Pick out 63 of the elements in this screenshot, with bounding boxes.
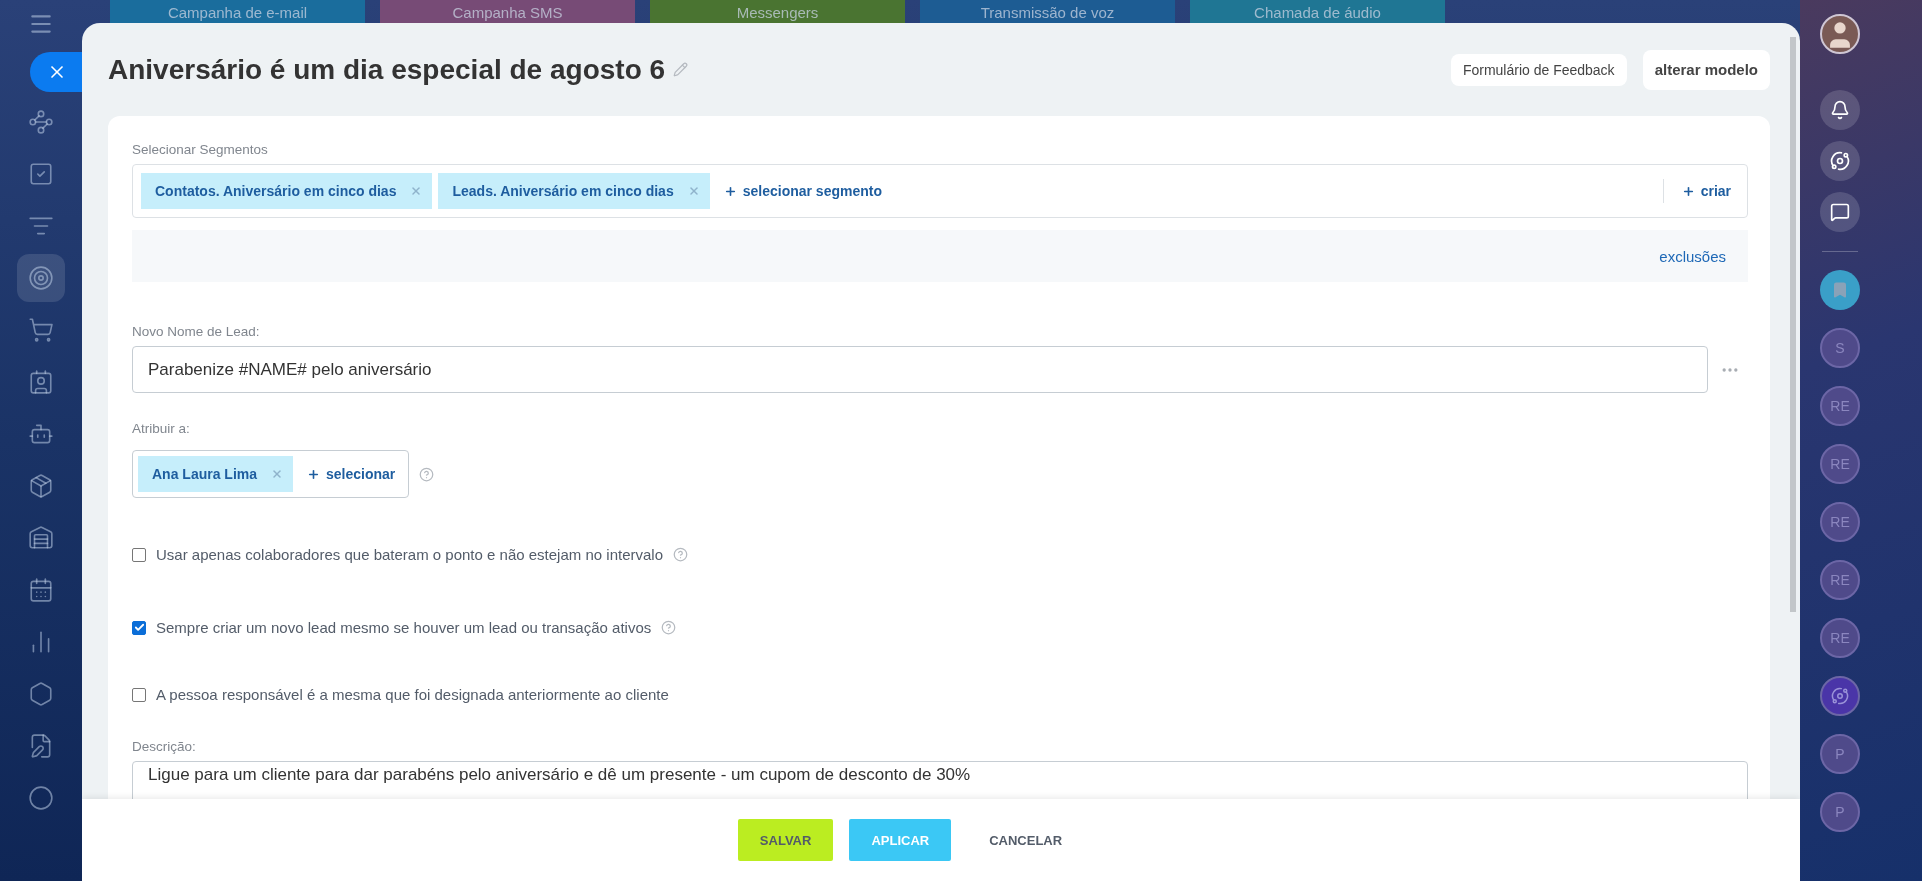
assignee-tag: Ana Laura Lima <box>138 456 294 492</box>
background-tab[interactable]: Transmissão de voz <box>920 0 1175 23</box>
create-link[interactable]: criar <box>1673 183 1739 199</box>
chat-avatar[interactable]: RE <box>1820 386 1860 426</box>
option-label: Sempre criar um novo lead mesmo se houver um lead ou transação ativos <box>156 619 652 636</box>
orbit-icon[interactable] <box>1820 141 1860 181</box>
box-icon <box>28 473 54 499</box>
select-segment-link[interactable]: selecionar segmento <box>715 183 890 199</box>
background-tab[interactable]: Messengers <box>650 0 905 23</box>
lead-name-field[interactable]: Parabenize #NAME# pelo aniversário <box>132 346 1708 393</box>
scrollbar[interactable] <box>1790 37 1796 612</box>
plus-icon <box>307 467 321 481</box>
option-label: A pessoa responsável é a mesma que foi designada anteriormente ao cliente <box>156 686 669 703</box>
apply-button[interactable]: APLICAR <box>849 819 952 861</box>
target-icon <box>28 265 54 291</box>
segment-tag: Leads. Aniversário em cinco dias <box>438 173 710 209</box>
select-link[interactable]: selecionar <box>299 466 404 482</box>
checkbox-icon <box>28 161 54 187</box>
help-icon[interactable] <box>673 547 688 562</box>
chat-avatar[interactable]: S <box>1820 328 1860 368</box>
chat-avatar[interactable]: RE <box>1820 618 1860 658</box>
close-button[interactable] <box>30 52 84 92</box>
network-icon <box>28 109 54 135</box>
background-tab[interactable]: Chamada de áudio <box>1190 0 1445 23</box>
background-tab[interactable]: Campanha de e-mail <box>110 0 365 23</box>
chat-icon[interactable] <box>1820 192 1860 232</box>
sidebar-item[interactable] <box>17 254 65 302</box>
segment-tag: Contatos. Aniversário em cinco dias <box>141 173 433 209</box>
exclusions-link[interactable]: exclusões <box>1659 247 1726 265</box>
feedback-button[interactable]: Formulário de Feedback <box>1450 53 1627 86</box>
plus-icon <box>1681 184 1695 198</box>
circle-icon <box>28 785 54 811</box>
plus-icon <box>723 184 737 198</box>
chat-avatar[interactable]: P <box>1820 792 1860 832</box>
page-title: Aniversário é um dia especial de agosto 6 <box>108 53 666 86</box>
save-button[interactable]: SALVAR <box>737 819 834 861</box>
checkbox[interactable] <box>132 620 146 635</box>
chat-avatar[interactable]: RE <box>1820 502 1860 542</box>
background-tab[interactable]: Campanha SMS <box>380 0 635 23</box>
field-label: Selecionar Segmentos <box>132 142 269 157</box>
cart-icon <box>28 317 54 343</box>
option-label: Usar apenas colaboradores que bateram o ponto e não estejam no intervalo <box>156 546 663 563</box>
template-button[interactable]: alterar modelo <box>1642 49 1770 90</box>
bell-icon[interactable] <box>1820 90 1860 130</box>
field-label: Atribuir a: <box>132 421 191 436</box>
field-label: Descrição: <box>132 739 197 754</box>
chat-avatar[interactable]: RE <box>1820 444 1860 484</box>
checkbox[interactable] <box>132 547 146 562</box>
bookmark-icon[interactable] <box>1820 270 1860 310</box>
help-icon[interactable] <box>661 620 677 635</box>
checkbox[interactable] <box>132 687 146 702</box>
calendar-icon <box>28 577 54 603</box>
warehouse-icon <box>28 525 54 551</box>
help-icon[interactable] <box>419 466 435 482</box>
hexagon-icon <box>28 681 54 707</box>
avatar[interactable] <box>1820 14 1860 54</box>
field-label: Novo Nome de Lead: <box>132 324 261 339</box>
segment-field[interactable]: Contatos. Aniversário em cinco dias Leads. Aniversário em cinco dias selecionar segmento criar <box>132 164 1748 218</box>
contact-card-icon <box>28 369 54 395</box>
cancel-button[interactable]: CANCELAR <box>967 819 1085 861</box>
chat-avatar[interactable]: P <box>1820 734 1860 774</box>
chat-avatar[interactable]: RE <box>1820 560 1860 600</box>
assignee-field[interactable]: Ana Laura Lima selecionar <box>132 450 410 498</box>
